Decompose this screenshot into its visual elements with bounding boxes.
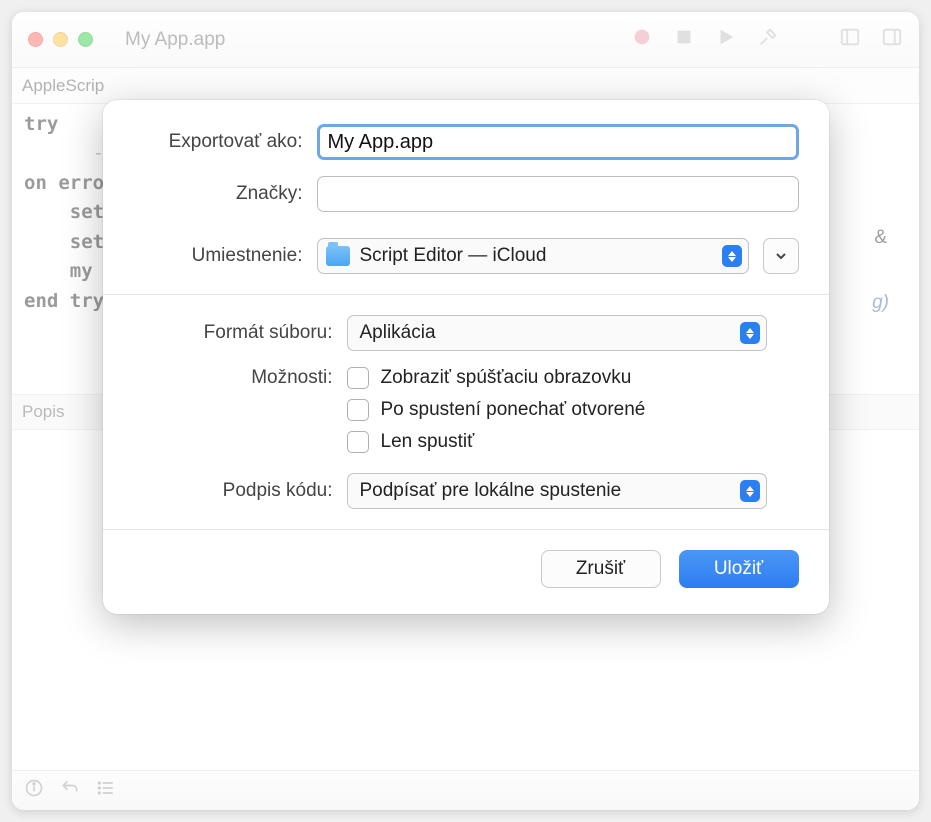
option-stay-open-checkbox[interactable] <box>347 399 369 421</box>
export-sheet: Exportovať ako: Značky: Umiestnenie: Scr… <box>103 100 829 614</box>
list-icon[interactable] <box>96 778 116 803</box>
reply-icon[interactable] <box>60 778 80 803</box>
traffic-lights <box>28 32 93 47</box>
record-icon[interactable] <box>631 26 653 53</box>
location-select[interactable]: Script Editor — iCloud <box>317 238 749 274</box>
location-label: Umiestnenie: <box>133 245 303 267</box>
updown-icon <box>740 322 760 344</box>
language-bar[interactable]: AppleScrip <box>12 68 919 104</box>
divider <box>103 529 829 530</box>
codesign-label: Podpis kódu: <box>133 480 333 502</box>
codesign-select[interactable]: Podpísať pre lokálne spustenie <box>347 473 767 509</box>
folder-icon <box>326 246 350 266</box>
file-format-value: Aplikácia <box>360 322 730 344</box>
footer-toolbar <box>12 770 919 810</box>
options-label: Možnosti: <box>133 367 333 389</box>
titlebar: My App.app <box>12 12 919 68</box>
save-button[interactable]: Uložiť <box>679 550 799 588</box>
editor-fragment: g) <box>872 292 889 314</box>
info-icon[interactable] <box>24 778 44 803</box>
panel-right-icon[interactable] <box>881 26 903 53</box>
hammer-icon[interactable] <box>757 26 779 53</box>
cancel-button[interactable]: Zrušiť <box>541 550 661 588</box>
expand-location-button[interactable] <box>763 238 799 274</box>
file-format-label: Formát súboru: <box>133 322 333 344</box>
option-run-only-checkbox[interactable] <box>347 431 369 453</box>
toolbar <box>631 26 903 53</box>
editor-fragment: & <box>874 227 887 249</box>
updown-icon <box>740 480 760 502</box>
minimize-window-button[interactable] <box>53 32 68 47</box>
language-label: AppleScrip <box>22 76 104 96</box>
window-title: My App.app <box>125 29 225 51</box>
option-run-only-label: Len spustiť <box>381 431 475 453</box>
play-icon[interactable] <box>715 26 737 53</box>
tags-label: Značky: <box>133 183 303 205</box>
export-as-label: Exportovať ako: <box>133 131 303 153</box>
option-show-startup-checkbox[interactable] <box>347 367 369 389</box>
editor-keyword: end try <box>24 290 104 312</box>
tags-input[interactable] <box>317 176 799 212</box>
export-as-input[interactable] <box>317 124 799 160</box>
option-show-startup-label: Zobraziť spúšťaciu obrazovku <box>381 367 632 389</box>
close-window-button[interactable] <box>28 32 43 47</box>
editor-keyword: my <box>24 260 104 282</box>
codesign-value: Podpísať pre lokálne spustenie <box>360 480 730 502</box>
zoom-window-button[interactable] <box>78 32 93 47</box>
divider <box>103 294 829 295</box>
stop-icon[interactable] <box>673 26 695 53</box>
description-label: Popis <box>22 402 65 422</box>
file-format-select[interactable]: Aplikácia <box>347 315 767 351</box>
updown-icon <box>722 245 742 267</box>
panel-left-icon[interactable] <box>839 26 861 53</box>
editor-keyword: try <box>24 113 58 135</box>
option-stay-open-label: Po spustení ponechať otvorené <box>381 399 646 421</box>
location-value: Script Editor — iCloud <box>360 245 712 267</box>
